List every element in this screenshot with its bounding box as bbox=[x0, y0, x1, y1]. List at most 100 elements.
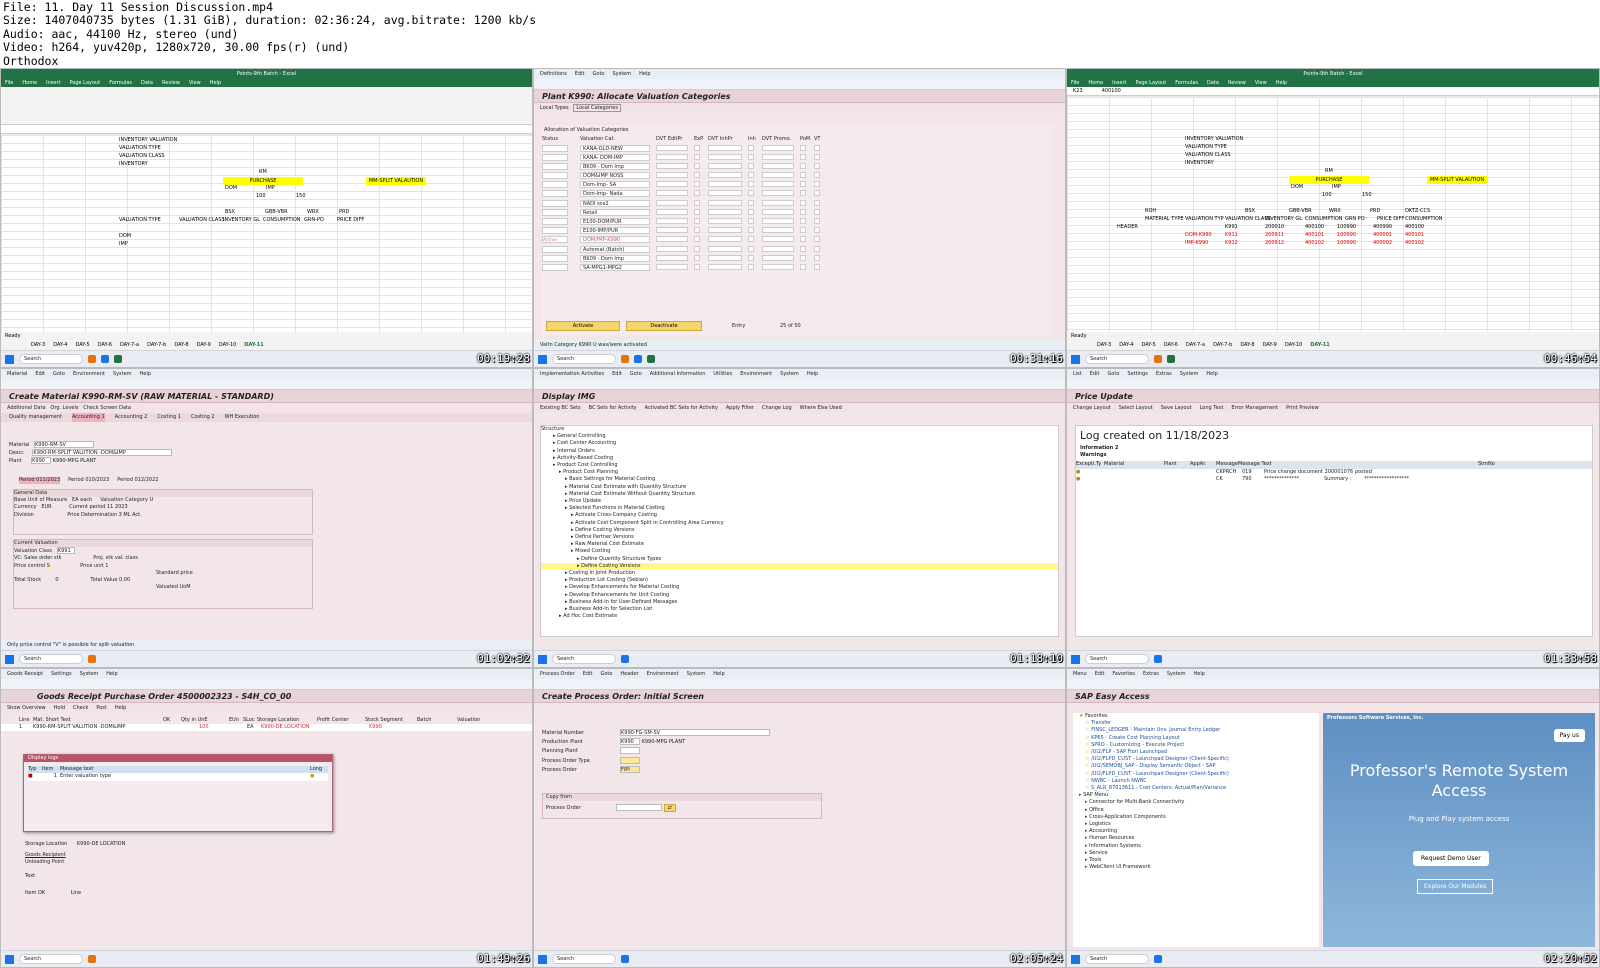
tree-node[interactable]: ▸ Selected Functions in Material Costing bbox=[541, 505, 1058, 512]
toolbar-button[interactable]: Show Overview bbox=[7, 703, 46, 713]
tree-node[interactable]: ▸ Activate Cross-Company Costing bbox=[541, 512, 1058, 519]
field-cell[interactable] bbox=[694, 199, 708, 207]
field-cell[interactable] bbox=[748, 190, 762, 197]
org-levels-button[interactable]: Org. Levels bbox=[50, 405, 78, 411]
tree-node[interactable]: ▸ Raw Material Cost Estimate bbox=[541, 541, 1058, 548]
sheet-tab[interactable]: DAY-10 bbox=[219, 341, 236, 350]
windows-icon[interactable] bbox=[538, 354, 547, 364]
field-cell[interactable] bbox=[814, 218, 824, 225]
field-cell[interactable] bbox=[814, 199, 824, 207]
field-cell[interactable] bbox=[656, 236, 694, 243]
sheet-tab[interactable]: DAY-4 bbox=[53, 341, 67, 350]
sheet-tab[interactable]: DAY-3 bbox=[1097, 341, 1111, 350]
toolbar-button[interactable]: Apply Filter bbox=[726, 403, 754, 413]
field-cell[interactable] bbox=[814, 181, 824, 188]
sheet-tab[interactable]: DAY-3 bbox=[31, 341, 45, 350]
tab-insert[interactable]: Insert bbox=[46, 79, 60, 87]
field-cell[interactable] bbox=[800, 218, 814, 225]
field-cell[interactable] bbox=[748, 227, 762, 234]
tree-node[interactable]: ☆ /UI2/FLPD_CUST - Launchpad Designer (C… bbox=[1073, 771, 1319, 778]
alloc-row[interactable]: Dom-Imp- SA bbox=[542, 180, 1053, 189]
field-cell[interactable] bbox=[694, 153, 708, 161]
tree-node[interactable]: ▸ Human Resources bbox=[1073, 835, 1319, 842]
field-cell[interactable] bbox=[708, 254, 748, 262]
tab-view[interactable]: View bbox=[1255, 79, 1267, 87]
field-cell[interactable] bbox=[656, 245, 694, 253]
menu-item[interactable]: Help bbox=[1193, 669, 1204, 679]
taskbar-search[interactable]: Search bbox=[1085, 654, 1149, 664]
field-cell[interactable] bbox=[800, 144, 814, 152]
field-cell[interactable] bbox=[694, 254, 708, 262]
field-cell[interactable] bbox=[814, 162, 824, 170]
field-cell[interactable] bbox=[762, 181, 800, 188]
activate-button[interactable]: Activate bbox=[546, 321, 620, 331]
tree-node[interactable]: ▸ SAP Menu bbox=[1073, 792, 1319, 799]
tree-node[interactable]: ▸ Accounting bbox=[1073, 828, 1319, 835]
plant-field[interactable]: K990 bbox=[620, 738, 640, 746]
tab[interactable]: Quality management bbox=[9, 413, 62, 422]
excel-icon[interactable] bbox=[647, 355, 655, 363]
tree-node[interactable]: ☆ /UI2/FLPD_CUST - Launchpad Designer (C… bbox=[1073, 756, 1319, 763]
sheet-tab[interactable]: DAY-5 bbox=[1142, 341, 1156, 350]
tab-review[interactable]: Review bbox=[1228, 79, 1246, 87]
field-cell[interactable] bbox=[800, 153, 814, 161]
process-order-field[interactable]: FIPI bbox=[620, 765, 640, 773]
period-tab[interactable]: Period 011/2023 bbox=[19, 477, 61, 485]
sheet-tab[interactable]: DAY-5 bbox=[76, 341, 90, 350]
field-cell[interactable] bbox=[694, 181, 708, 188]
sheet-tab[interactable]: DAY-9 bbox=[1263, 341, 1277, 350]
field-cell[interactable] bbox=[762, 236, 800, 243]
app-icon[interactable] bbox=[88, 355, 96, 363]
field-cell[interactable] bbox=[708, 162, 748, 170]
menu-item[interactable]: Settings bbox=[51, 669, 72, 679]
tab-insert[interactable]: Insert bbox=[1112, 79, 1126, 87]
field-cell[interactable] bbox=[814, 254, 824, 262]
field-cell[interactable] bbox=[708, 227, 748, 234]
menu-item[interactable]: System bbox=[80, 669, 99, 679]
field-cell[interactable] bbox=[762, 144, 800, 152]
alloc-row[interactable]: Automat.(Batch) bbox=[542, 244, 1053, 253]
tree-node[interactable]: ▸ Cost Center Accounting bbox=[541, 440, 1058, 447]
field-cell[interactable] bbox=[800, 190, 814, 197]
alloc-row[interactable]: Retail bbox=[542, 208, 1053, 217]
field-cell[interactable] bbox=[708, 153, 748, 161]
field-cell[interactable] bbox=[748, 245, 762, 253]
menu-item[interactable]: Menu bbox=[1073, 669, 1087, 679]
tree-node[interactable]: ▸ Tools bbox=[1073, 857, 1319, 864]
field-cell[interactable] bbox=[800, 236, 814, 243]
tree-node[interactable]: ▸ Connector for Multi-Bank Connectivity bbox=[1073, 799, 1319, 806]
sheet-tab[interactable]: DAY-6 bbox=[98, 341, 112, 350]
sheet-tab[interactable]: DAY-6 bbox=[1164, 341, 1178, 350]
tree-node[interactable]: ▸ Develop Enhancements for Unit Costing bbox=[541, 592, 1058, 599]
tree-node[interactable]: ▸ Business Add-In for Selection List bbox=[541, 606, 1058, 613]
tree-node[interactable]: ▸ Service bbox=[1073, 850, 1319, 857]
sheet-tab[interactable]: DAY-7-b bbox=[1213, 341, 1232, 350]
field-cell[interactable] bbox=[656, 144, 694, 152]
field-cell[interactable] bbox=[748, 181, 762, 188]
excel-grid[interactable]: INVENTORY VALUATION VALUATION TYPE VALUATI… bbox=[1067, 97, 1599, 332]
tree-node[interactable]: ▸ Product Cost Controlling bbox=[541, 462, 1058, 469]
name-box[interactable]: K23 bbox=[1073, 88, 1083, 94]
field-cell[interactable] bbox=[748, 218, 762, 225]
field-cell[interactable] bbox=[708, 199, 748, 207]
field-cell[interactable] bbox=[694, 208, 708, 216]
field-cell[interactable] bbox=[748, 263, 762, 271]
field-cell[interactable] bbox=[656, 254, 694, 262]
tree-node[interactable]: ▸ General Controlling bbox=[541, 433, 1058, 440]
field-cell[interactable] bbox=[762, 227, 800, 234]
sheet-tab-active[interactable]: DAY-11 bbox=[1310, 341, 1329, 350]
toolbar-button[interactable]: Print Preview bbox=[1286, 403, 1319, 413]
field-cell[interactable] bbox=[694, 236, 708, 243]
tree-node[interactable]: ▸ Define Partner Versions bbox=[541, 534, 1058, 541]
field-cell[interactable] bbox=[814, 172, 824, 179]
field-cell[interactable] bbox=[694, 172, 708, 179]
windows-icon[interactable] bbox=[5, 654, 14, 664]
value[interactable]: S bbox=[46, 562, 50, 569]
local-types-button[interactable]: Local Types bbox=[540, 105, 569, 111]
field-cell[interactable] bbox=[708, 144, 748, 152]
toolbar-button[interactable]: Post bbox=[96, 703, 106, 713]
alloc-row[interactable]: E100-DOM/PUR bbox=[542, 217, 1053, 226]
tree-node[interactable]: ▸ Cross-Application Components bbox=[1073, 814, 1319, 821]
menu-item[interactable]: Edit bbox=[575, 69, 585, 79]
tree-node[interactable]: ▸ Business Add-In for User-Defined Messa… bbox=[541, 599, 1058, 606]
